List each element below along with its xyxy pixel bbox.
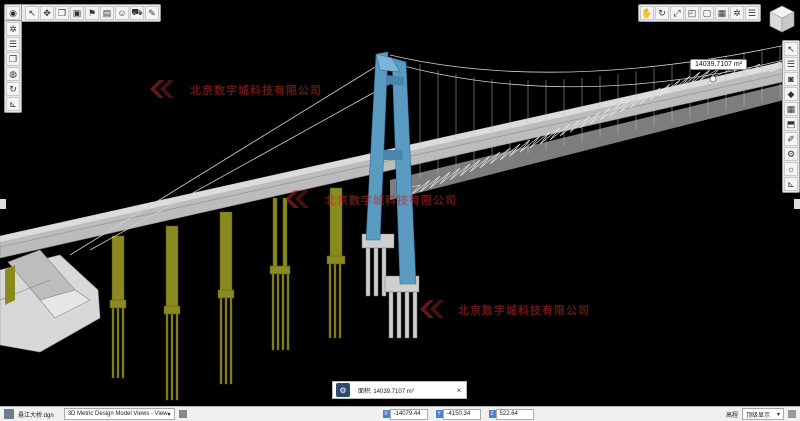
copy-icon[interactable]: ❐: [55, 6, 69, 20]
watermark-logo: [285, 190, 311, 208]
coord-x-value: -14079.44: [389, 408, 428, 420]
pen-icon[interactable]: ✎: [145, 6, 159, 20]
watermark-logo: [150, 80, 176, 98]
cursor-icon[interactable]: ↖: [784, 42, 798, 56]
hand-icon[interactable]: ✋: [640, 6, 654, 20]
tag-icon[interactable]: ⬒: [784, 117, 798, 131]
close-icon[interactable]: ×: [452, 386, 466, 395]
zoom-window-icon[interactable]: ◰: [685, 6, 699, 20]
coord-y-value: -4150.34: [442, 408, 481, 420]
message-text: 面积: 14039.7107 m²: [358, 388, 414, 395]
3d-viewport[interactable]: 北京数字城科技有限公司 北京数字城科技有限公司 北京数字城科技有限公司 1403…: [0, 0, 800, 406]
lock-icon[interactable]: [178, 410, 187, 418]
globe-icon[interactable]: ◍: [6, 67, 20, 81]
layers-icon[interactable]: ☰: [745, 6, 759, 20]
chevron-down-icon: ▾: [167, 411, 171, 418]
watermark-text: 北京数字城科技有限公司: [190, 85, 322, 97]
coord-z-value: 522.64: [495, 408, 534, 420]
measurement-message: ⚙ 面积: 14039.7107 m² ×: [332, 381, 467, 399]
list-icon[interactable]: ☰: [784, 57, 798, 71]
left-toolbar-tools: ✲ ☰ ❐ ◍ ↻ ⊾: [4, 20, 22, 113]
measure-point-marker[interactable]: [709, 75, 717, 83]
coord-z: Z 522.64: [488, 408, 534, 420]
status-bar: 悬江大桥.dgn 3D Metric Design Model Views - …: [0, 406, 800, 421]
view-selector[interactable]: 3D Metric Design Model Views - View ▾: [63, 408, 175, 420]
watermark-text: 北京数字城科技有限公司: [458, 305, 590, 317]
watermark-logo: [420, 300, 446, 318]
coord-z-label: Z: [488, 410, 496, 418]
refresh-icon[interactable]: ↻: [6, 82, 20, 96]
abutment: [0, 249, 101, 353]
ruler-icon[interactable]: ⊾: [784, 177, 798, 191]
layers-icon[interactable]: ☰: [6, 37, 20, 51]
info-icon: ⚙: [336, 383, 350, 397]
coord-x-label: X: [382, 410, 390, 418]
left-panel-toggle[interactable]: [0, 199, 6, 209]
measurement-label: 14039.7107 m²: [690, 59, 748, 70]
compass-icon[interactable]: ◉: [6, 6, 20, 20]
navigation-cube[interactable]: [768, 4, 796, 34]
mode-selector-value: 顶级显示: [746, 412, 771, 419]
cube-icon[interactable]: ▣: [70, 6, 84, 20]
gear-icon[interactable]: ✲: [6, 22, 20, 36]
view-selector-value: 3D Metric Design Model Views - View: [67, 411, 168, 417]
watermark-text: 北京数字城科技有限公司: [325, 195, 457, 207]
right-toolbar: ↖ ☰ ◙ ◆ ▦ ⬒ ✐ ⚙ ☼ ⊾: [782, 40, 800, 193]
fit-view-icon[interactable]: ⤢: [670, 6, 684, 20]
paint-icon[interactable]: ✐: [784, 132, 798, 146]
coord-y: Y -4150.34: [435, 408, 481, 420]
car-icon[interactable]: ⛟: [130, 6, 144, 20]
settings-icon[interactable]: ⚙: [784, 147, 798, 161]
chevron-down-icon: ▾: [776, 411, 780, 418]
person-icon[interactable]: ☺: [115, 6, 129, 20]
coord-y-label: Y: [435, 410, 443, 418]
camera-icon[interactable]: ◙: [784, 72, 798, 86]
frame-icon[interactable]: ▢: [700, 6, 714, 20]
copy-icon[interactable]: ❐: [6, 52, 20, 66]
file-name: 悬江大桥.dgn: [18, 412, 54, 419]
right-panel-toggle[interactable]: [794, 199, 800, 209]
mode-selector[interactable]: 顶级显示 ▾: [742, 408, 784, 420]
lock-icon[interactable]: ▦: [715, 6, 729, 20]
image-icon[interactable]: ▤: [100, 6, 114, 20]
coord-x: X -14079.44: [382, 408, 428, 420]
top-right-toolbar: ✋ ↻ ⤢ ◰ ▢ ▦ ✲ ☰: [638, 4, 761, 22]
sun-icon[interactable]: ☼: [784, 162, 798, 176]
fullscreen-icon[interactable]: [788, 410, 796, 418]
gear-icon[interactable]: ✲: [730, 6, 744, 20]
select-arrow-icon[interactable]: ↖: [25, 6, 39, 20]
file-icon: [4, 409, 14, 419]
ruler-icon[interactable]: ⊾: [6, 97, 20, 111]
flag-icon[interactable]: ⚑: [85, 6, 99, 20]
top-left-toolbar: ⌂ ↖ ✥ ❐ ▣ ⚑ ▤ ☺ ⛟ ✎: [4, 4, 161, 22]
grid-icon[interactable]: ▦: [784, 102, 798, 116]
rotate-icon[interactable]: ↻: [655, 6, 669, 20]
status-right: 高程 顶级显示 ▾: [726, 408, 796, 420]
marker-icon[interactable]: ◆: [784, 87, 798, 101]
mode-label: 高程: [725, 412, 738, 419]
move-icon[interactable]: ✥: [40, 6, 54, 20]
